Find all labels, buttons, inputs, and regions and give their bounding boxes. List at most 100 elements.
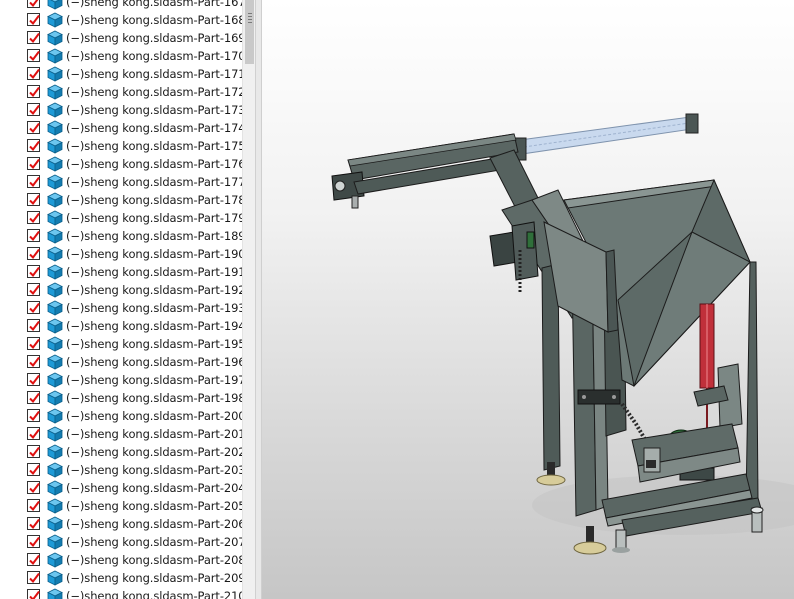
graphics-viewport[interactable] xyxy=(262,0,794,599)
part-cube-icon xyxy=(47,84,63,100)
checkbox-checked-icon[interactable] xyxy=(27,535,40,548)
tree-item[interactable]: (−)sheng kong.sldasm-Part-193 xyxy=(0,299,242,317)
tree-item[interactable]: (−)sheng kong.sldasm-Part-205 xyxy=(0,497,242,515)
checkbox-checked-icon[interactable] xyxy=(27,337,40,350)
panel-splitter[interactable] xyxy=(255,0,262,599)
checkbox-checked-icon[interactable] xyxy=(27,229,40,242)
tree-item-label: (−)sheng kong.sldasm-Part-206 xyxy=(66,517,242,531)
tree-item[interactable]: (−)sheng kong.sldasm-Part-190 xyxy=(0,245,242,263)
tree-item[interactable]: (−)sheng kong.sldasm-Part-173 xyxy=(0,101,242,119)
tree-item[interactable]: (−)sheng kong.sldasm-Part-191 xyxy=(0,263,242,281)
tree-item-label: (−)sheng kong.sldasm-Part-171 xyxy=(66,67,242,81)
checkbox-checked-icon[interactable] xyxy=(27,499,40,512)
tree-item[interactable]: (−)sheng kong.sldasm-Part-178 xyxy=(0,191,242,209)
checkbox-checked-icon[interactable] xyxy=(27,481,40,494)
tree-item[interactable]: (−)sheng kong.sldasm-Part-198 xyxy=(0,389,242,407)
part-cube-icon xyxy=(47,120,63,136)
tree-item[interactable]: (−)sheng kong.sldasm-Part-175 xyxy=(0,137,242,155)
checkbox-checked-icon[interactable] xyxy=(27,571,40,584)
checkbox-checked-icon[interactable] xyxy=(27,121,40,134)
tree-item[interactable]: (−)sheng kong.sldasm-Part-196 xyxy=(0,353,242,371)
checkbox-checked-icon[interactable] xyxy=(27,0,40,8)
tree-item[interactable]: (−)sheng kong.sldasm-Part-194 xyxy=(0,317,242,335)
checkbox-checked-icon[interactable] xyxy=(27,517,40,530)
tree-item[interactable]: (−)sheng kong.sldasm-Part-177 xyxy=(0,173,242,191)
part-cube-icon xyxy=(47,480,63,496)
checkbox-checked-icon[interactable] xyxy=(27,589,40,599)
checkbox-checked-icon[interactable] xyxy=(27,49,40,62)
tree-item[interactable]: (−)sheng kong.sldasm-Part-170 xyxy=(0,47,242,65)
tree-item[interactable]: (−)sheng kong.sldasm-Part-172 xyxy=(0,83,242,101)
assembly-model[interactable] xyxy=(262,0,794,599)
tree-item[interactable]: (−)sheng kong.sldasm-Part-189 xyxy=(0,227,242,245)
tree-item[interactable]: (−)sheng kong.sldasm-Part-201 xyxy=(0,425,242,443)
checkbox-checked-icon[interactable] xyxy=(27,373,40,386)
tree-item-label: (−)sheng kong.sldasm-Part-198 xyxy=(66,391,242,405)
scrollbar-thumb[interactable] xyxy=(245,0,254,64)
checkbox-checked-icon[interactable] xyxy=(27,13,40,26)
checkbox-checked-icon[interactable] xyxy=(27,301,40,314)
tree-item[interactable]: (−)sheng kong.sldasm-Part-195 xyxy=(0,335,242,353)
feature-tree-scrollbar[interactable] xyxy=(242,0,256,599)
part-cube-icon xyxy=(47,408,63,424)
checkbox-checked-icon[interactable] xyxy=(27,175,40,188)
tree-item[interactable]: (−)sheng kong.sldasm-Part-169 xyxy=(0,29,242,47)
tree-item[interactable]: (−)sheng kong.sldasm-Part-207 xyxy=(0,533,242,551)
checkbox-checked-icon[interactable] xyxy=(27,67,40,80)
tree-item[interactable]: (−)sheng kong.sldasm-Part-197 xyxy=(0,371,242,389)
checkbox-checked-icon[interactable] xyxy=(27,445,40,458)
checkbox-checked-icon[interactable] xyxy=(27,427,40,440)
checkbox-checked-icon[interactable] xyxy=(27,283,40,296)
tree-item[interactable]: (−)sheng kong.sldasm-Part-171 xyxy=(0,65,242,83)
tree-item-label: (−)sheng kong.sldasm-Part-196 xyxy=(66,355,242,369)
feature-tree-panel: (−)sheng kong.sldasm-Part-167 (−)sheng ko… xyxy=(0,0,242,599)
checkbox-checked-icon[interactable] xyxy=(27,553,40,566)
tree-item-label: (−)sheng kong.sldasm-Part-177 xyxy=(66,175,242,189)
part-cube-icon xyxy=(47,534,63,550)
tree-item[interactable]: (−)sheng kong.sldasm-Part-168 xyxy=(0,11,242,29)
tree-item-label: (−)sheng kong.sldasm-Part-205 xyxy=(66,499,242,513)
part-cube-icon xyxy=(47,588,63,599)
checkbox-checked-icon[interactable] xyxy=(27,391,40,404)
checkbox-checked-icon[interactable] xyxy=(27,355,40,368)
checkbox-checked-icon[interactable] xyxy=(27,211,40,224)
tree-item-label: (−)sheng kong.sldasm-Part-168 xyxy=(66,13,242,27)
checkbox-checked-icon[interactable] xyxy=(27,85,40,98)
tree-item[interactable]: (−)sheng kong.sldasm-Part-206 xyxy=(0,515,242,533)
tree-item[interactable]: (−)sheng kong.sldasm-Part-208 xyxy=(0,551,242,569)
part-cube-icon xyxy=(47,552,63,568)
checkbox-checked-icon[interactable] xyxy=(27,157,40,170)
checkbox-checked-icon[interactable] xyxy=(27,409,40,422)
tree-item-label: (−)sheng kong.sldasm-Part-175 xyxy=(66,139,242,153)
tree-item[interactable]: (−)sheng kong.sldasm-Part-174 xyxy=(0,119,242,137)
tree-item-label: (−)sheng kong.sldasm-Part-170 xyxy=(66,49,242,63)
checkbox-checked-icon[interactable] xyxy=(27,139,40,152)
tree-item[interactable]: (−)sheng kong.sldasm-Part-167 xyxy=(0,0,242,11)
tree-item[interactable]: (−)sheng kong.sldasm-Part-202 xyxy=(0,443,242,461)
tree-item-label: (−)sheng kong.sldasm-Part-176 xyxy=(66,157,242,171)
tree-item[interactable]: (−)sheng kong.sldasm-Part-210 xyxy=(0,587,242,599)
tree-item[interactable]: (−)sheng kong.sldasm-Part-203 xyxy=(0,461,242,479)
checkbox-checked-icon[interactable] xyxy=(27,463,40,476)
part-cube-icon xyxy=(47,48,63,64)
checkbox-checked-icon[interactable] xyxy=(27,247,40,260)
checkbox-checked-icon[interactable] xyxy=(27,103,40,116)
tree-item-label: (−)sheng kong.sldasm-Part-174 xyxy=(66,121,242,135)
tree-item[interactable]: (−)sheng kong.sldasm-Part-192 xyxy=(0,281,242,299)
tree-item[interactable]: (−)sheng kong.sldasm-Part-200 xyxy=(0,407,242,425)
checkbox-checked-icon[interactable] xyxy=(27,193,40,206)
tree-item[interactable]: (−)sheng kong.sldasm-Part-179 xyxy=(0,209,242,227)
part-cube-icon xyxy=(47,498,63,514)
checkbox-checked-icon[interactable] xyxy=(27,265,40,278)
checkbox-checked-icon[interactable] xyxy=(27,31,40,44)
part-cube-icon xyxy=(47,300,63,316)
tree-item-label: (−)sheng kong.sldasm-Part-172 xyxy=(66,85,242,99)
tree-item-label: (−)sheng kong.sldasm-Part-173 xyxy=(66,103,242,117)
tree-item-label: (−)sheng kong.sldasm-Part-204 xyxy=(66,481,242,495)
tree-item[interactable]: (−)sheng kong.sldasm-Part-209 xyxy=(0,569,242,587)
tree-item[interactable]: (−)sheng kong.sldasm-Part-176 xyxy=(0,155,242,173)
part-cube-icon xyxy=(47,282,63,298)
tree-item[interactable]: (−)sheng kong.sldasm-Part-204 xyxy=(0,479,242,497)
checkbox-checked-icon[interactable] xyxy=(27,319,40,332)
part-cube-icon xyxy=(47,228,63,244)
